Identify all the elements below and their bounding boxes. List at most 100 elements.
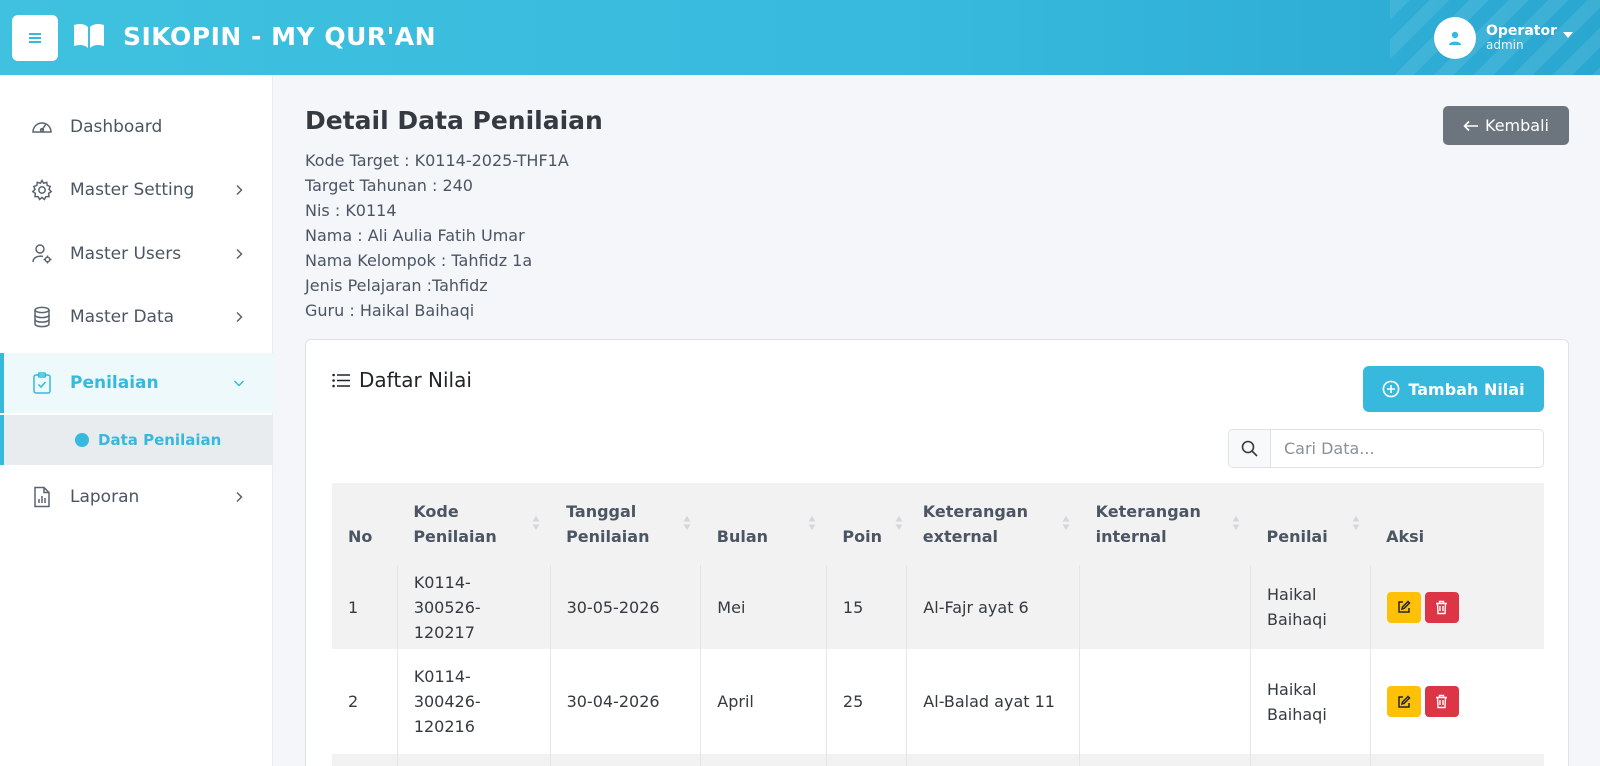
sidebar-item-master-setting[interactable]: Master Setting [0, 160, 273, 220]
detail-nama-kelompok: Nama Kelompok : Tahfidz 1a [305, 251, 533, 270]
hamburger-menu-button[interactable] [12, 15, 58, 61]
active-dot-icon [75, 433, 89, 447]
cell-empty [700, 754, 827, 766]
sidebar-item-label: Penilaian [70, 373, 159, 393]
column-header-kode-penilaian[interactable]: Kode Penilaian [397, 483, 551, 565]
table-row: 1 K0114-300526-120217 30-05-2026 Mei 15 … [332, 565, 1544, 649]
caret-down-icon[interactable] [1562, 32, 1573, 38]
open-book-icon [74, 23, 104, 48]
sidebar-item-laporan[interactable]: Laporan [0, 467, 273, 527]
column-header-penilai[interactable]: Penilai [1250, 483, 1371, 565]
cell-empty [332, 754, 398, 766]
cell-empty [550, 754, 702, 766]
cell-kode-penilaian: K0114-300426-120216 [397, 649, 551, 754]
search-box [1228, 429, 1544, 468]
cell-no: 2 [332, 649, 398, 754]
app-title[interactable]: SIKOPIN - MY QUR'AN [123, 22, 436, 51]
sort-icon [808, 516, 816, 530]
column-header-no[interactable]: No [332, 483, 398, 565]
detail-target-tahunan: Target Tahunan : 240 [305, 176, 473, 195]
column-header-poin[interactable]: Poin [826, 483, 907, 565]
hamburger-icon [29, 37, 41, 39]
delete-button[interactable] [1424, 686, 1459, 717]
cell-empty [1370, 754, 1544, 766]
cell-no: 1 [332, 565, 398, 649]
cell-empty [906, 754, 1081, 766]
page-title: Detail Data Penilaian [305, 106, 603, 135]
sidebar-subitem-label: Data Penilaian [98, 431, 222, 449]
cell-bulan: April [700, 649, 827, 754]
column-header-keterangan-external[interactable]: Keterangan external [906, 483, 1080, 565]
chevron-right-icon [236, 248, 243, 260]
user-name[interactable]: Operator [1486, 23, 1557, 39]
cell-penilai: Haikal Baihaqi [1250, 649, 1371, 754]
tambah-nilai-button[interactable]: Tambah Nilai [1363, 366, 1544, 412]
sort-icon [1352, 516, 1360, 530]
daftar-nilai-card: Daftar Nilai Tambah Nilai No Kode Penila… [305, 339, 1569, 766]
cell-penilai: Haikal Baihaqi [1250, 565, 1371, 649]
sidebar-item-dashboard[interactable]: Dashboard [0, 97, 273, 157]
sort-icon [1232, 516, 1240, 530]
edit-button[interactable] [1386, 686, 1421, 717]
detail-guru: Guru : Haikal Baihaqi [305, 301, 475, 320]
sort-icon [895, 516, 903, 530]
cell-poin: 15 [826, 565, 908, 649]
cell-empty [1079, 754, 1251, 766]
chevron-right-icon [236, 491, 243, 503]
detail-jenis-pelajaran: Jenis Pelajaran :Tahfidz [305, 276, 488, 295]
user-role: admin [1486, 38, 1524, 53]
back-button[interactable]: Kembali [1443, 106, 1569, 145]
user-cog-icon [32, 244, 52, 264]
cell-kode-penilaian: K0114-300526-120217 [397, 565, 551, 649]
chevron-right-icon [236, 184, 243, 196]
chevron-right-icon [236, 311, 243, 323]
gear-icon [31, 179, 53, 201]
table-row: 2 K0114-300426-120216 30-04-2026 April 2… [332, 649, 1544, 754]
clipboard-check-icon [33, 372, 51, 394]
plus-circle-icon [1383, 380, 1400, 398]
sidebar-item-label: Master Data [70, 307, 175, 327]
user-menu[interactable]: Operator admin [1434, 16, 1573, 60]
detail-info: Kode Target : K0114-2025-THF1A Target Ta… [305, 148, 569, 323]
sidebar: Dashboard Master Setting Master Users Ma… [0, 75, 273, 766]
card-title: Daftar Nilai [332, 368, 472, 392]
table-row [332, 754, 1544, 766]
column-header-keterangan-internal[interactable]: Keterangan internal [1079, 483, 1251, 565]
trash-icon [1436, 600, 1448, 614]
cell-keterangan-internal [1079, 649, 1251, 754]
delete-button[interactable] [1424, 591, 1459, 623]
cell-keterangan-external: Al-Fajr ayat 6 [906, 565, 1081, 649]
sidebar-item-penilaian[interactable]: Penilaian [0, 353, 273, 413]
avatar[interactable] [1434, 17, 1476, 59]
column-header-bulan[interactable]: Bulan [700, 483, 827, 565]
back-button-label: Kembali [1485, 116, 1549, 135]
cell-poin: 25 [826, 649, 908, 754]
search-input[interactable] [1271, 430, 1543, 467]
nilai-table: No Kode Penilaian Tanggal Penilaian Bula… [332, 483, 1544, 766]
sidebar-item-master-data[interactable]: Master Data [0, 287, 273, 347]
cell-empty [826, 754, 908, 766]
sidebar-subitem-data-penilaian[interactable]: Data Penilaian [0, 415, 273, 465]
trash-icon [1436, 694, 1448, 709]
detail-nis: Nis : K0114 [305, 201, 397, 220]
column-header-tanggal-penilaian[interactable]: Tanggal Penilaian [550, 483, 701, 565]
card-title-text: Daftar Nilai [359, 368, 472, 392]
edit-button[interactable] [1386, 591, 1421, 623]
user-icon [1449, 31, 1461, 45]
tambah-nilai-label: Tambah Nilai [1408, 379, 1525, 399]
edit-icon [1397, 694, 1411, 708]
column-header-aksi: Aksi [1370, 483, 1544, 565]
list-icon [332, 373, 350, 387]
detail-nama: Nama : Ali Aulia Fatih Umar [305, 226, 525, 245]
top-navbar: SIKOPIN - MY QUR'AN Operator admin [0, 0, 1600, 75]
detail-kode-target: Kode Target : K0114-2025-THF1A [305, 151, 569, 170]
dashboard-gauge-icon [32, 122, 52, 133]
report-chart-icon [34, 486, 50, 508]
sort-icon [683, 516, 691, 530]
sort-icon [532, 516, 540, 530]
sidebar-item-master-users[interactable]: Master Users [0, 224, 273, 284]
sidebar-item-label: Master Setting [70, 180, 195, 200]
edit-icon [1397, 600, 1411, 613]
table-header-row: No Kode Penilaian Tanggal Penilaian Bula… [332, 483, 1544, 565]
search-icon [1229, 430, 1271, 467]
